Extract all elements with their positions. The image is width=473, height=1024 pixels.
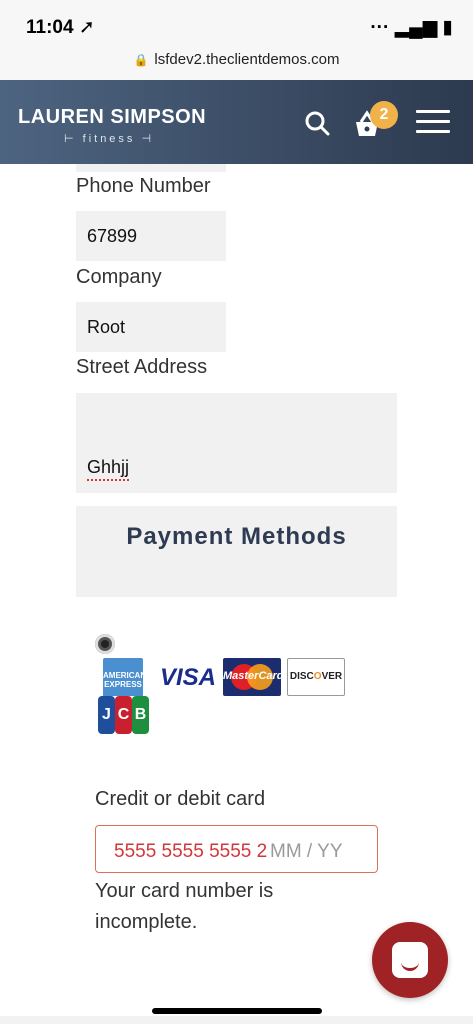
card-expiry-field[interactable]: MM / YY — [270, 841, 343, 863]
payment-methods-heading: Payment Methods — [76, 506, 397, 597]
credit-card-input[interactable]: 5555 5555 5555 2 MM / YY — [95, 825, 378, 873]
url-text[interactable]: lsfdev2.theclientdemos.com — [154, 51, 339, 68]
site-header: LAUREN SIMPSON ⊢ fitness ⊣ — [0, 80, 473, 164]
search-icon[interactable] — [304, 110, 330, 136]
logo-subtitle: ⊢ fitness ⊣ — [64, 133, 155, 145]
bottom-bar — [0, 1016, 473, 1024]
status-time: 11:04 ➚ — [26, 17, 95, 38]
street-address-textarea[interactable]: Ghhjj — [76, 393, 397, 493]
phone-label: Phone Number — [76, 175, 211, 197]
hamburger-menu-icon[interactable] — [416, 110, 450, 134]
url-bar[interactable]: 🔒 lsfdev2.theclientdemos.com — [0, 46, 473, 80]
jcb-letter-j: J — [98, 696, 115, 734]
discover-text-b: VER — [321, 671, 343, 682]
previous-field[interactable] — [76, 164, 226, 172]
visa-logo: VISA — [160, 664, 217, 691]
status-bar: 11:04 ➚ ··· ▂▄▆ ▮ — [0, 0, 473, 46]
company-label: Company — [76, 266, 162, 288]
chat-button[interactable] — [372, 922, 448, 998]
lock-icon: 🔒 — [133, 53, 149, 67]
company-input[interactable] — [76, 302, 226, 352]
cart-count-badge[interactable]: 2 — [370, 101, 398, 129]
chat-icon — [392, 942, 428, 978]
credit-card-label: Credit or debit card — [95, 788, 266, 810]
phone-input[interactable] — [76, 211, 226, 261]
card-error-message: Your card number is incomplete. — [95, 880, 274, 933]
jcb-logo: J C B — [98, 696, 149, 734]
mastercard-logo: MasterCard — [223, 658, 284, 696]
amex-logo: AMERICAN EXPRESS — [103, 658, 146, 698]
street-address-label: Street Address — [76, 356, 208, 378]
home-indicator[interactable] — [152, 1008, 322, 1014]
mastercard-label: MasterCard — [223, 670, 284, 682]
logo-title[interactable]: LAUREN SIMPSON — [18, 106, 206, 129]
discover-text-a: DISC — [289, 671, 314, 682]
status-icons: ··· ▂▄▆ ▮ — [370, 17, 453, 38]
radio-selected-icon[interactable] — [95, 634, 115, 654]
discover-text-o: O — [313, 671, 322, 682]
street-address-value: Ghhjj — [87, 457, 130, 481]
jcb-letter-c: C — [115, 696, 132, 734]
discover-logo: DISCOVER — [287, 658, 345, 696]
card-number-field[interactable]: 5555 5555 5555 2 — [114, 841, 267, 863]
jcb-letter-b: B — [132, 696, 149, 734]
